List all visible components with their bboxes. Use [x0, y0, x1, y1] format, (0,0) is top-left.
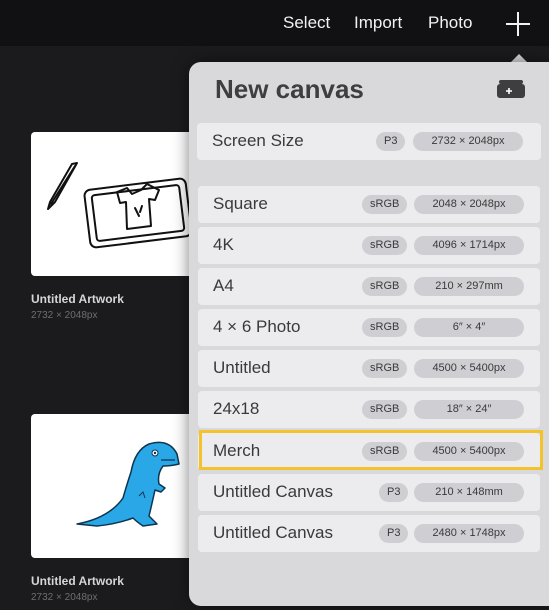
canvas-row-4k[interactable]: 4K sRGB 4096 × 1714px: [198, 227, 540, 264]
tshirt-sketch-image: [47, 162, 193, 249]
canvas-row-a4[interactable]: A4 sRGB 210 × 297mm: [198, 268, 540, 305]
artwork-thumbnail-dinosaur[interactable]: [31, 414, 201, 558]
colorspace-badge: sRGB: [362, 195, 408, 214]
canvas-row-untitled-canvas[interactable]: Untitled Canvas P3 210 × 148mm: [198, 474, 540, 511]
canvas-name: 24x18: [213, 399, 260, 418]
canvas-name: 4K: [213, 235, 234, 254]
dinosaur-image: [76, 441, 180, 527]
colorspace-badge: sRGB: [362, 442, 408, 461]
dimensions-badge: 210 × 148mm: [414, 483, 524, 502]
new-canvas-popover: New canvas Screen Size P3 2732 × 2048px …: [189, 62, 549, 606]
canvas-name: A4: [213, 276, 234, 295]
canvas-row-untitled-canvas[interactable]: Untitled Canvas P3 2480 × 1748px: [198, 515, 540, 552]
canvas-name: Merch: [213, 441, 261, 460]
colorspace-badge: sRGB: [362, 236, 408, 255]
colorspace-badge: P3: [379, 483, 409, 502]
photo-button[interactable]: Photo: [428, 13, 472, 33]
colorspace-badge: sRGB: [362, 318, 408, 337]
dimensions-badge: 6″ × 4″: [414, 318, 524, 337]
canvas-row-merch[interactable]: Merch sRGB 4500 × 5400px: [198, 433, 540, 470]
dimensions-badge: 18″ × 24″: [414, 400, 524, 419]
dimensions-badge: 4500 × 5400px: [414, 359, 524, 378]
canvas-name: Screen Size: [212, 131, 304, 150]
canvas-row-screen-size[interactable]: Screen Size P3 2732 × 2048px: [197, 123, 541, 160]
dimensions-badge: 4500 × 5400px: [414, 442, 524, 461]
dimensions-badge: 2732 × 2048px: [413, 132, 523, 151]
artwork-title: Untitled Artwork: [31, 574, 124, 588]
new-canvas-plus-icon[interactable]: [505, 11, 531, 37]
colorspace-badge: P3: [379, 524, 409, 543]
canvas-row-24x18[interactable]: 24x18 sRGB 18″ × 24″: [198, 391, 540, 428]
custom-canvas-icon[interactable]: [497, 80, 525, 98]
canvas-row-untitled[interactable]: Untitled sRGB 4500 × 5400px: [198, 350, 540, 387]
dimensions-badge: 2048 × 2048px: [414, 195, 524, 214]
artwork-thumbnail-tshirt[interactable]: [31, 132, 201, 276]
popover-title: New canvas: [215, 74, 364, 104]
dimensions-badge: 2480 × 1748px: [414, 524, 524, 543]
import-button[interactable]: Import: [354, 13, 402, 33]
canvas-name: Untitled Canvas: [213, 482, 334, 501]
top-toolbar: Select Import Photo: [0, 0, 549, 46]
colorspace-badge: sRGB: [362, 277, 408, 296]
dimensions-badge: 210 × 297mm: [414, 277, 524, 296]
select-button[interactable]: Select: [283, 13, 330, 33]
canvas-name: Untitled Canvas: [213, 523, 334, 542]
canvas-row-4x6-photo[interactable]: 4 × 6 Photo sRGB 6″ × 4″: [198, 309, 540, 346]
colorspace-badge: sRGB: [362, 359, 408, 378]
artwork-size: 2732 × 2048px: [31, 592, 98, 603]
colorspace-badge: sRGB: [362, 400, 408, 419]
canvas-name: 4 × 6 Photo: [213, 317, 301, 336]
colorspace-badge: P3: [376, 132, 406, 151]
dimensions-badge: 4096 × 1714px: [414, 236, 524, 255]
canvas-name: Square: [213, 194, 268, 213]
artwork-size: 2732 × 2048px: [31, 310, 98, 321]
artwork-title: Untitled Artwork: [31, 292, 124, 306]
canvas-row-square[interactable]: Square sRGB 2048 × 2048px: [198, 186, 540, 223]
canvas-name: Untitled: [213, 358, 271, 377]
